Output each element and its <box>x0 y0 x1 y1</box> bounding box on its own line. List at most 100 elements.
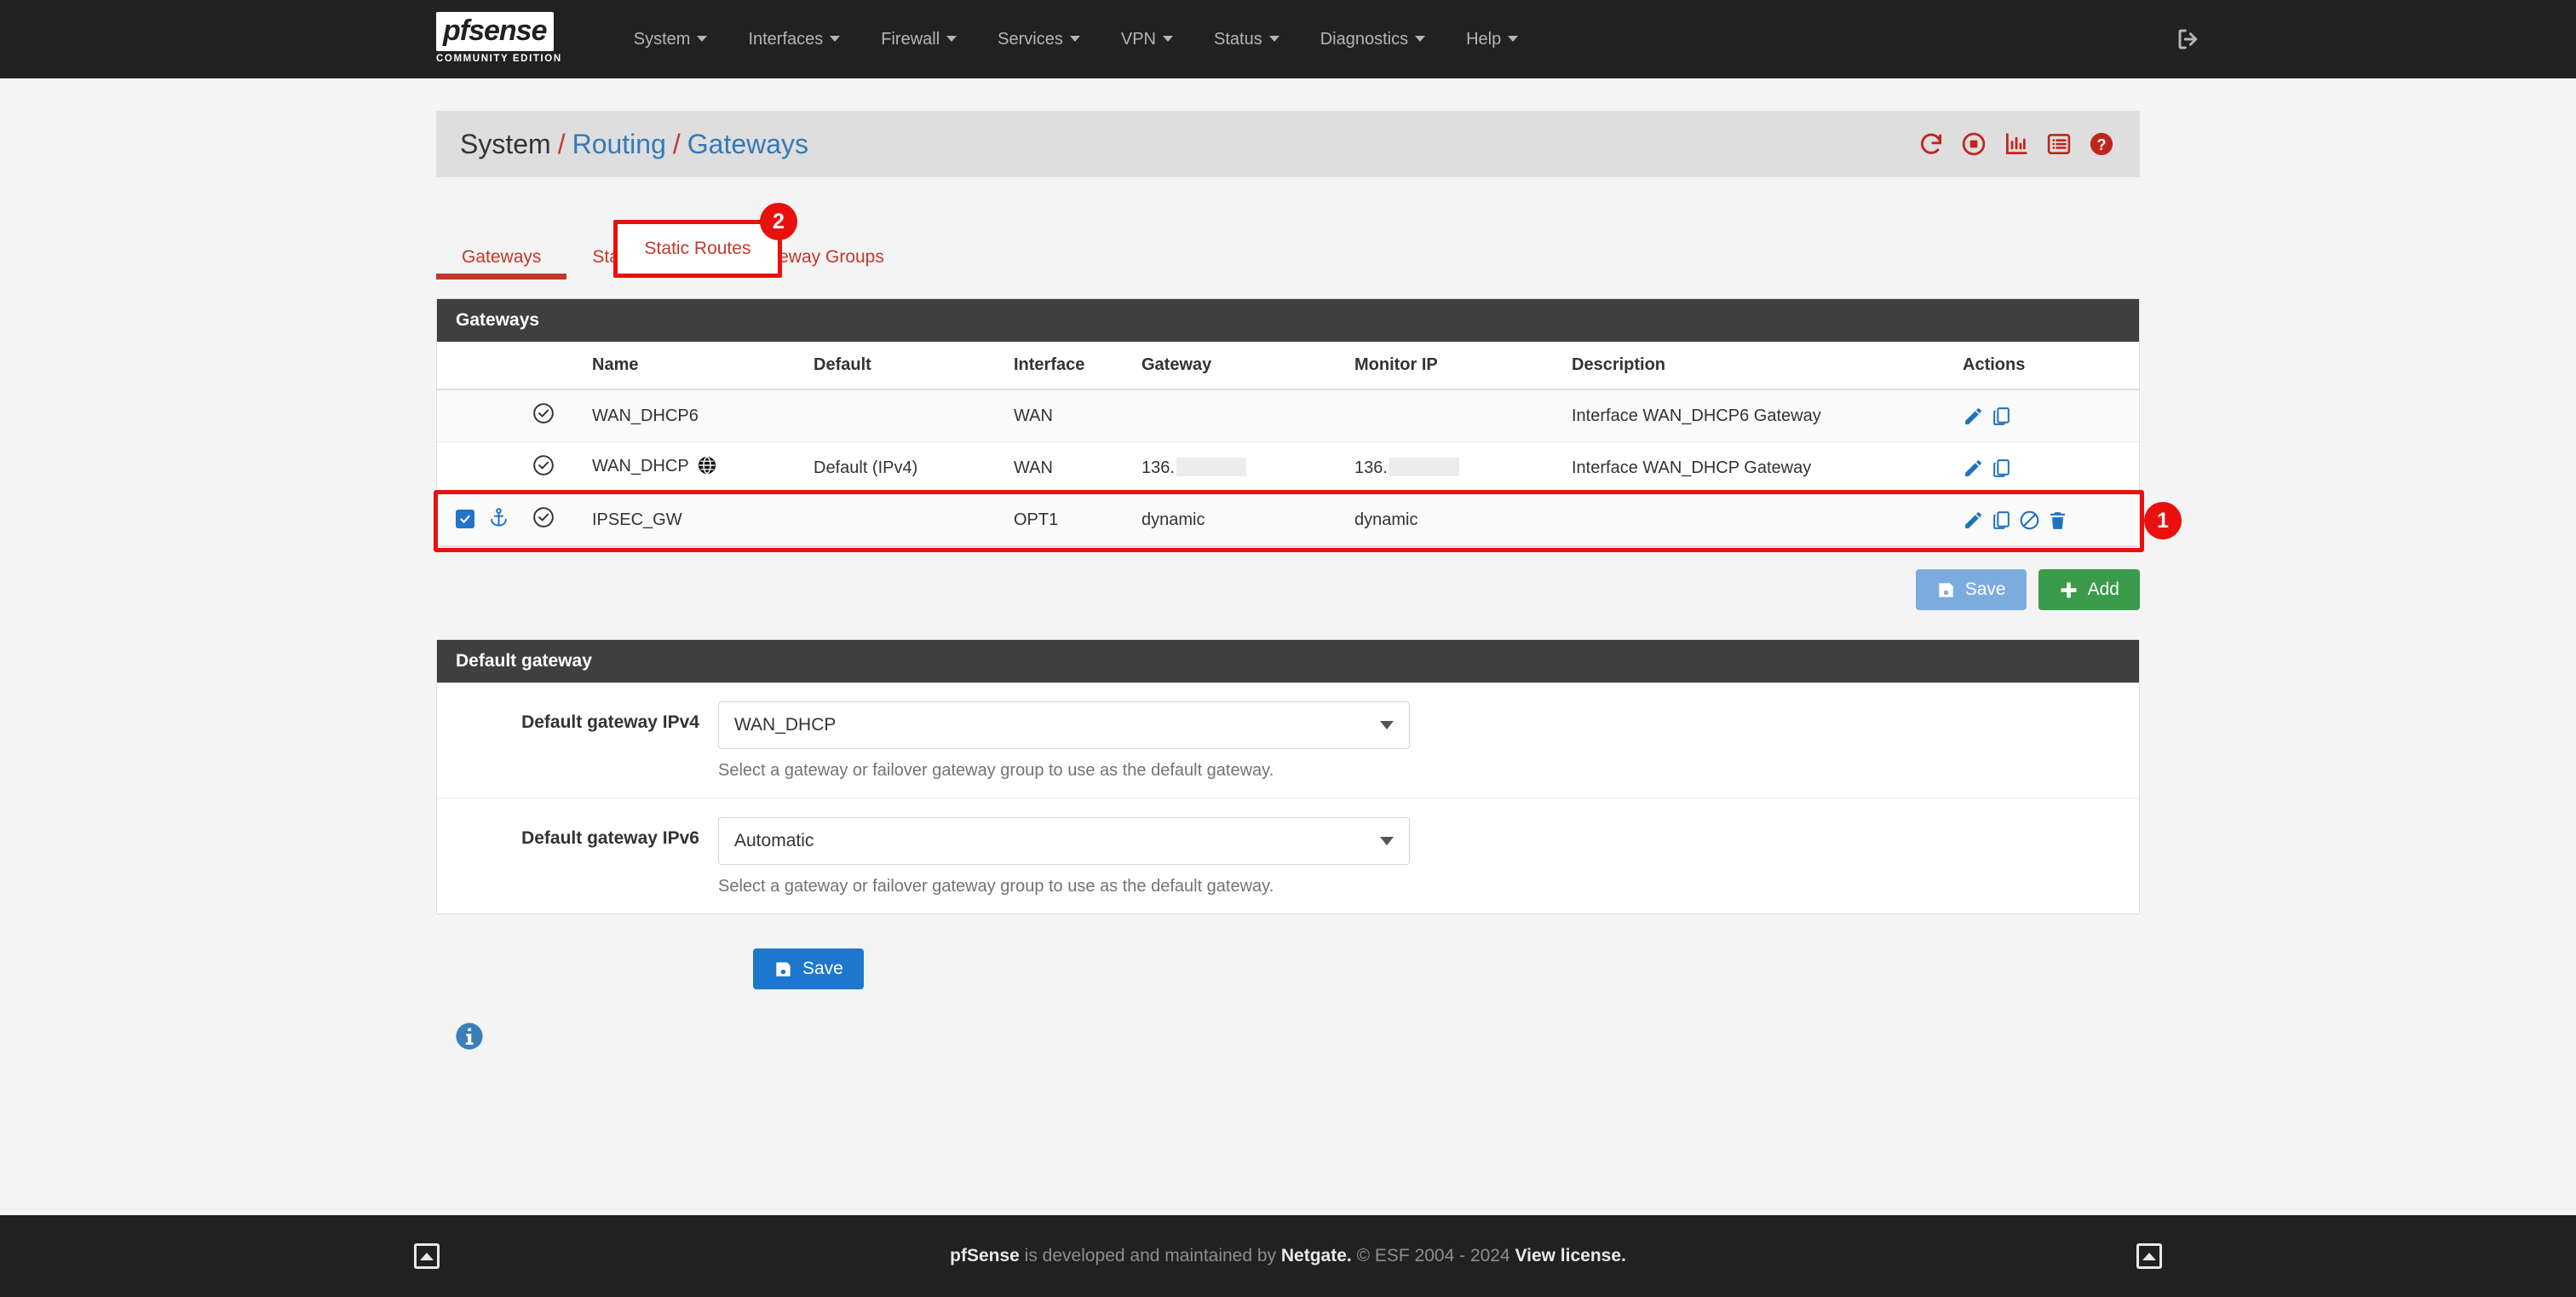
logout-icon[interactable] <box>2176 26 2201 52</box>
footer-brand: pfSense <box>950 1246 1020 1265</box>
chevron-down-icon <box>1508 36 1519 42</box>
save-button-table[interactable]: Save <box>1915 569 2027 610</box>
default-gateway-ipv4-help: Select a gateway or failover gateway gro… <box>718 761 1274 780</box>
edit-icon[interactable] <box>1963 510 1984 531</box>
redacted-ip-block <box>1176 458 1246 476</box>
scroll-to-top-right-button[interactable] <box>2136 1243 2162 1269</box>
save-button-main[interactable]: Save <box>753 948 864 989</box>
nav-label: Status <box>1214 30 1262 49</box>
edit-icon[interactable] <box>1963 458 1984 479</box>
row-gateway <box>1135 389 1348 442</box>
status-ok-icon <box>532 455 555 481</box>
footer-license-link[interactable]: View license. <box>1515 1246 1626 1265</box>
nav-label: VPN <box>1120 30 1156 49</box>
row-select-cell[interactable] <box>437 389 481 442</box>
row-default <box>807 493 1007 546</box>
breadcrumb-gateways-link[interactable]: Gateways <box>687 129 808 159</box>
default-gateway-ipv4-select[interactable]: WAN_DHCP <box>718 701 1410 749</box>
tab-bar: Gateways Static Routes Gateway Groups St… <box>436 203 2140 280</box>
row-monitor-ip <box>1348 389 1565 442</box>
scroll-to-top-left-button[interactable] <box>414 1243 440 1269</box>
default-gateway-ipv6-row: Default gateway IPv6 Automatic Select a … <box>437 798 2139 914</box>
row-status-cell <box>526 389 585 442</box>
globe-icon <box>697 456 717 480</box>
nav-item-diagnostics[interactable]: Diagnostics <box>1300 0 1446 78</box>
breadcrumb: System / Routing / Gateways <box>460 129 808 160</box>
row-checkbox[interactable] <box>456 510 474 528</box>
stop-icon[interactable] <box>1961 131 1987 157</box>
svg-text:?: ? <box>2096 136 2106 153</box>
default-gateway-panel-title: Default gateway <box>437 640 2139 683</box>
row-name-cell: WAN_DHCP <box>585 441 807 494</box>
chevron-down-icon <box>830 36 841 42</box>
brand-logo-text: pfsense <box>436 11 554 51</box>
tab-static-routes-highlighted[interactable]: Static Routes <box>613 220 782 278</box>
nav-label: Diagnostics <box>1320 30 1409 49</box>
plus-icon <box>2059 580 2079 600</box>
pfsense-logo[interactable]: pfsense COMMUNITY EDITION <box>436 11 562 67</box>
edit-icon[interactable] <box>1963 406 1984 427</box>
redacted-ip-block <box>1389 458 1459 476</box>
gateways-panel-title: Gateways <box>437 299 2139 342</box>
gateways-panel: Gateways Name Default Interface Gateway … <box>434 298 2182 552</box>
status-ok-icon <box>532 403 555 429</box>
th-anchor <box>481 342 526 390</box>
nav-item-services[interactable]: Services <box>977 0 1101 78</box>
row-actions <box>1956 389 2139 442</box>
row-select-cell[interactable] <box>437 441 481 494</box>
row-gateway: dynamic <box>1135 493 1348 546</box>
row-monitor-ip: 136. <box>1354 458 1388 477</box>
page-footer: pfSense is developed and maintained by N… <box>0 1215 2576 1297</box>
row-name: IPSEC_GW <box>585 493 807 546</box>
bottom-save-row: Save <box>436 948 2140 989</box>
save-button-label: Save <box>1964 579 2006 599</box>
reload-icon[interactable] <box>1918 131 1944 157</box>
gateways-button-row: Save Add <box>436 569 2140 610</box>
default-gateway-ipv4-label: Default gateway IPv4 <box>521 712 699 732</box>
row-actions <box>1956 493 2139 546</box>
breadcrumb-bar: System / Routing / Gateways ? <box>436 111 2140 177</box>
nav-item-system[interactable]: System <box>613 0 728 78</box>
add-gateway-button[interactable]: Add <box>2038 569 2140 610</box>
triangle-up-icon <box>2142 1252 2156 1260</box>
table-row[interactable]: WAN_DHCP6 WAN Interface WAN_DHCP6 Gatewa… <box>437 389 2139 442</box>
gateways-table: Name Default Interface Gateway Monitor I… <box>437 342 2139 546</box>
breadcrumb-routing-link[interactable]: Routing <box>572 129 666 159</box>
row-default <box>807 389 1007 442</box>
log-icon[interactable] <box>2046 131 2072 157</box>
row-status-cell <box>526 441 585 494</box>
disable-icon[interactable] <box>2019 510 2040 531</box>
nav-item-firewall[interactable]: Firewall <box>860 0 977 78</box>
copy-icon[interactable] <box>1991 406 2012 427</box>
footer-copyright: © ESF 2004 - 2024 <box>1351 1246 1515 1265</box>
default-gateway-ipv6-help: Select a gateway or failover gateway gro… <box>718 877 1274 896</box>
row-monitor-ip: dynamic <box>1348 493 1565 546</box>
brand-subtitle: COMMUNITY EDITION <box>436 53 562 64</box>
table-row[interactable]: WAN_DHCP Default (IPv4) WAN 136. 136. In… <box>437 441 2139 494</box>
annotation-badge-1: 1 <box>2144 502 2182 539</box>
th-select <box>437 342 481 390</box>
nav-label: Interfaces <box>748 30 824 49</box>
nav-item-status[interactable]: Status <box>1193 0 1300 78</box>
anchor-icon <box>488 507 509 533</box>
default-gateway-ipv6-select[interactable]: Automatic <box>718 817 1410 865</box>
nav-item-help[interactable]: Help <box>1446 0 1538 78</box>
chevron-down-icon <box>1268 36 1279 42</box>
table-row-ipsec-gw[interactable]: IPSEC_GW OPT1 dynamic dynamic <box>437 493 2139 546</box>
row-select-cell[interactable] <box>437 493 481 546</box>
help-icon[interactable]: ? <box>2089 131 2114 157</box>
triangle-up-icon <box>420 1252 434 1260</box>
row-anchor-cell <box>481 389 526 442</box>
tab-gateways[interactable]: Gateways <box>436 235 567 280</box>
chart-icon[interactable] <box>2004 131 2029 157</box>
top-navbar: pfsense COMMUNITY EDITION System Interfa… <box>0 0 2576 78</box>
copy-icon[interactable] <box>1991 458 2012 479</box>
delete-icon[interactable] <box>2047 510 2068 531</box>
nav-item-vpn[interactable]: VPN <box>1101 0 1193 78</box>
th-interface: Interface <box>1007 342 1135 390</box>
row-gateway-cell: 136. <box>1135 441 1348 494</box>
chevron-down-icon <box>1415 36 1426 42</box>
nav-item-interfaces[interactable]: Interfaces <box>727 0 860 78</box>
copy-icon[interactable] <box>1991 510 2012 531</box>
info-icon[interactable] <box>455 1023 484 1054</box>
